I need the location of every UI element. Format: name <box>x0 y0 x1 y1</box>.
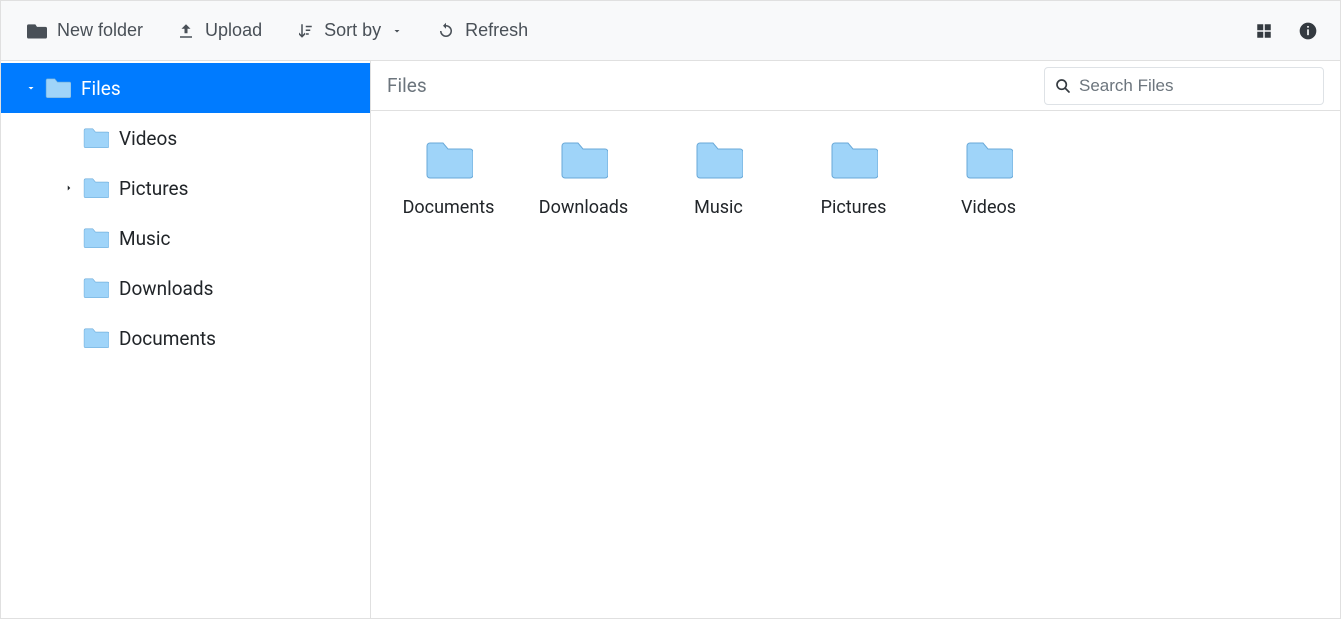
main-header: Files <box>371 61 1340 111</box>
folder-icon <box>695 139 743 181</box>
folder-grid: Documents Downloads Music <box>371 111 1340 266</box>
folder-icon <box>83 127 109 149</box>
refresh-button[interactable]: Refresh <box>423 12 542 49</box>
folder-icon <box>425 139 473 181</box>
new-folder-button[interactable]: New folder <box>13 12 157 49</box>
view-grid-button[interactable] <box>1244 11 1284 51</box>
folder-icon <box>83 327 109 349</box>
sidebar-item-label: Documents <box>119 327 370 350</box>
sort-icon <box>296 22 314 40</box>
chevron-down-icon <box>391 25 403 37</box>
sidebar-item-label: Music <box>119 227 370 250</box>
main-panel: Files Documents <box>371 61 1340 618</box>
grid-item-label: Pictures <box>821 197 887 218</box>
sort-by-label: Sort by <box>324 20 381 41</box>
grid-item-pictures[interactable]: Pictures <box>786 133 921 224</box>
chevron-right-icon[interactable] <box>59 183 79 193</box>
info-button[interactable] <box>1288 11 1328 51</box>
folder-icon <box>560 139 608 181</box>
sidebar-item-documents[interactable]: Documents <box>1 313 370 363</box>
grid-item-label: Music <box>694 197 743 218</box>
grid-item-label: Videos <box>961 197 1016 218</box>
sidebar-item-files[interactable]: Files <box>1 63 370 113</box>
chevron-down-icon[interactable] <box>21 82 41 94</box>
info-icon <box>1298 21 1318 41</box>
search-box[interactable] <box>1044 67 1324 105</box>
sidebar-item-music[interactable]: Music <box>1 213 370 263</box>
grid-icon <box>1255 22 1273 40</box>
new-folder-label: New folder <box>57 20 143 41</box>
folder-plus-icon <box>27 22 47 40</box>
sidebar: Files Videos Pictures <box>1 61 371 618</box>
grid-item-label: Downloads <box>539 197 628 218</box>
upload-button[interactable]: Upload <box>163 12 276 49</box>
upload-icon <box>177 22 195 40</box>
folder-icon <box>45 77 71 99</box>
breadcrumb[interactable]: Files <box>387 74 1044 97</box>
folder-icon <box>965 139 1013 181</box>
refresh-icon <box>437 22 455 40</box>
sidebar-item-videos[interactable]: Videos <box>1 113 370 163</box>
sidebar-item-label: Videos <box>119 127 370 150</box>
upload-label: Upload <box>205 20 262 41</box>
search-input[interactable] <box>1079 76 1313 96</box>
toolbar: New folder Upload Sort by Refresh <box>1 1 1340 61</box>
refresh-label: Refresh <box>465 20 528 41</box>
sidebar-item-pictures[interactable]: Pictures <box>1 163 370 213</box>
grid-item-documents[interactable]: Documents <box>381 133 516 224</box>
folder-icon <box>83 277 109 299</box>
sidebar-root-label: Files <box>81 77 370 100</box>
folder-icon <box>83 227 109 249</box>
grid-item-videos[interactable]: Videos <box>921 133 1056 224</box>
grid-item-label: Documents <box>403 197 495 218</box>
folder-icon <box>83 177 109 199</box>
sidebar-item-label: Pictures <box>119 177 370 200</box>
sidebar-item-label: Downloads <box>119 277 370 300</box>
search-icon <box>1055 78 1071 94</box>
folder-icon <box>830 139 878 181</box>
sidebar-item-downloads[interactable]: Downloads <box>1 263 370 313</box>
grid-item-downloads[interactable]: Downloads <box>516 133 651 224</box>
sort-by-button[interactable]: Sort by <box>282 12 417 49</box>
grid-item-music[interactable]: Music <box>651 133 786 224</box>
